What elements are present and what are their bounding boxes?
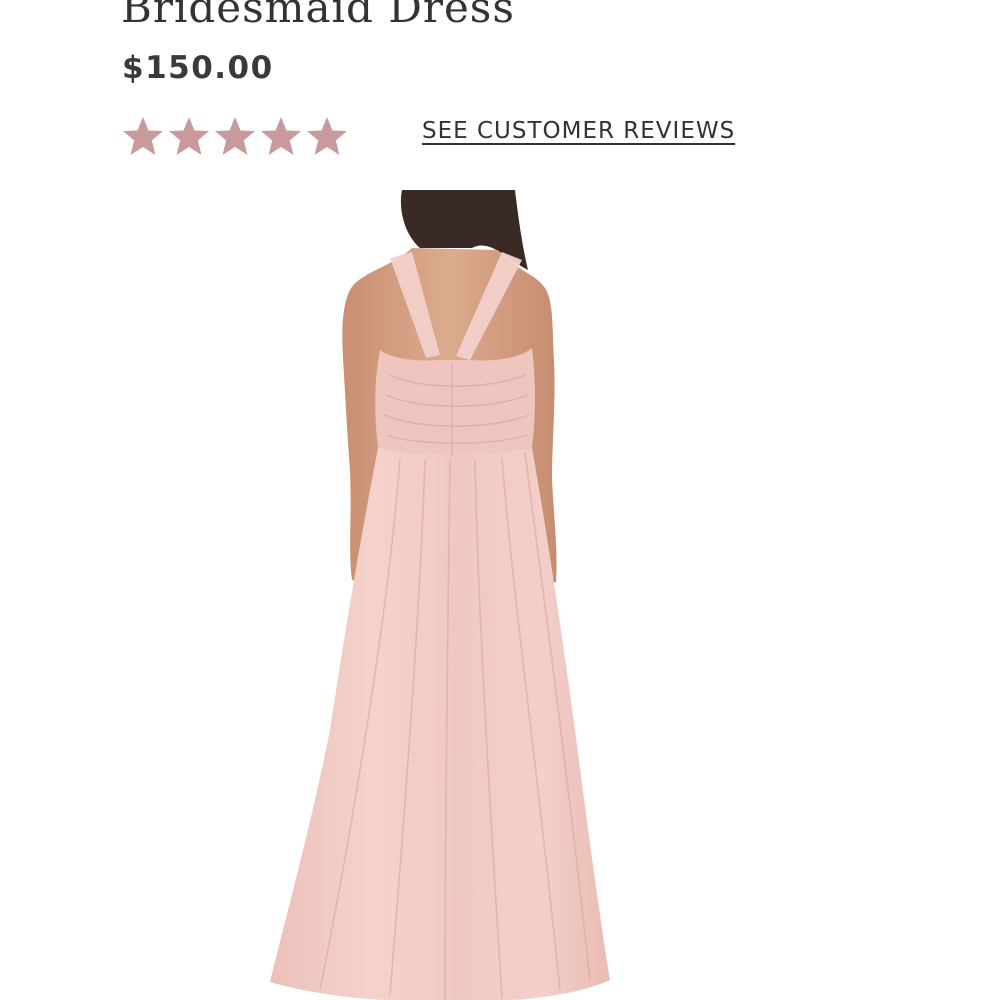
star-shape xyxy=(123,117,163,155)
dress-bodice xyxy=(375,348,535,456)
star-icon xyxy=(307,117,347,155)
star-icon xyxy=(261,117,301,155)
star-shape xyxy=(169,117,209,155)
star-shape xyxy=(215,117,255,155)
star-shape xyxy=(261,117,301,155)
star-icon xyxy=(123,117,163,155)
see-customer-reviews-link[interactable]: SEE CUSTOMER REVIEWS xyxy=(422,118,735,144)
product-title: Bridesmaid Dress xyxy=(121,0,515,32)
star-shape xyxy=(307,117,347,155)
star-icon xyxy=(169,117,209,155)
product-price: $150.00 xyxy=(122,50,274,86)
star-icon xyxy=(215,117,255,155)
product-image xyxy=(270,190,610,1000)
dress-skirt xyxy=(270,448,610,1000)
rating-stars[interactable] xyxy=(120,114,350,160)
